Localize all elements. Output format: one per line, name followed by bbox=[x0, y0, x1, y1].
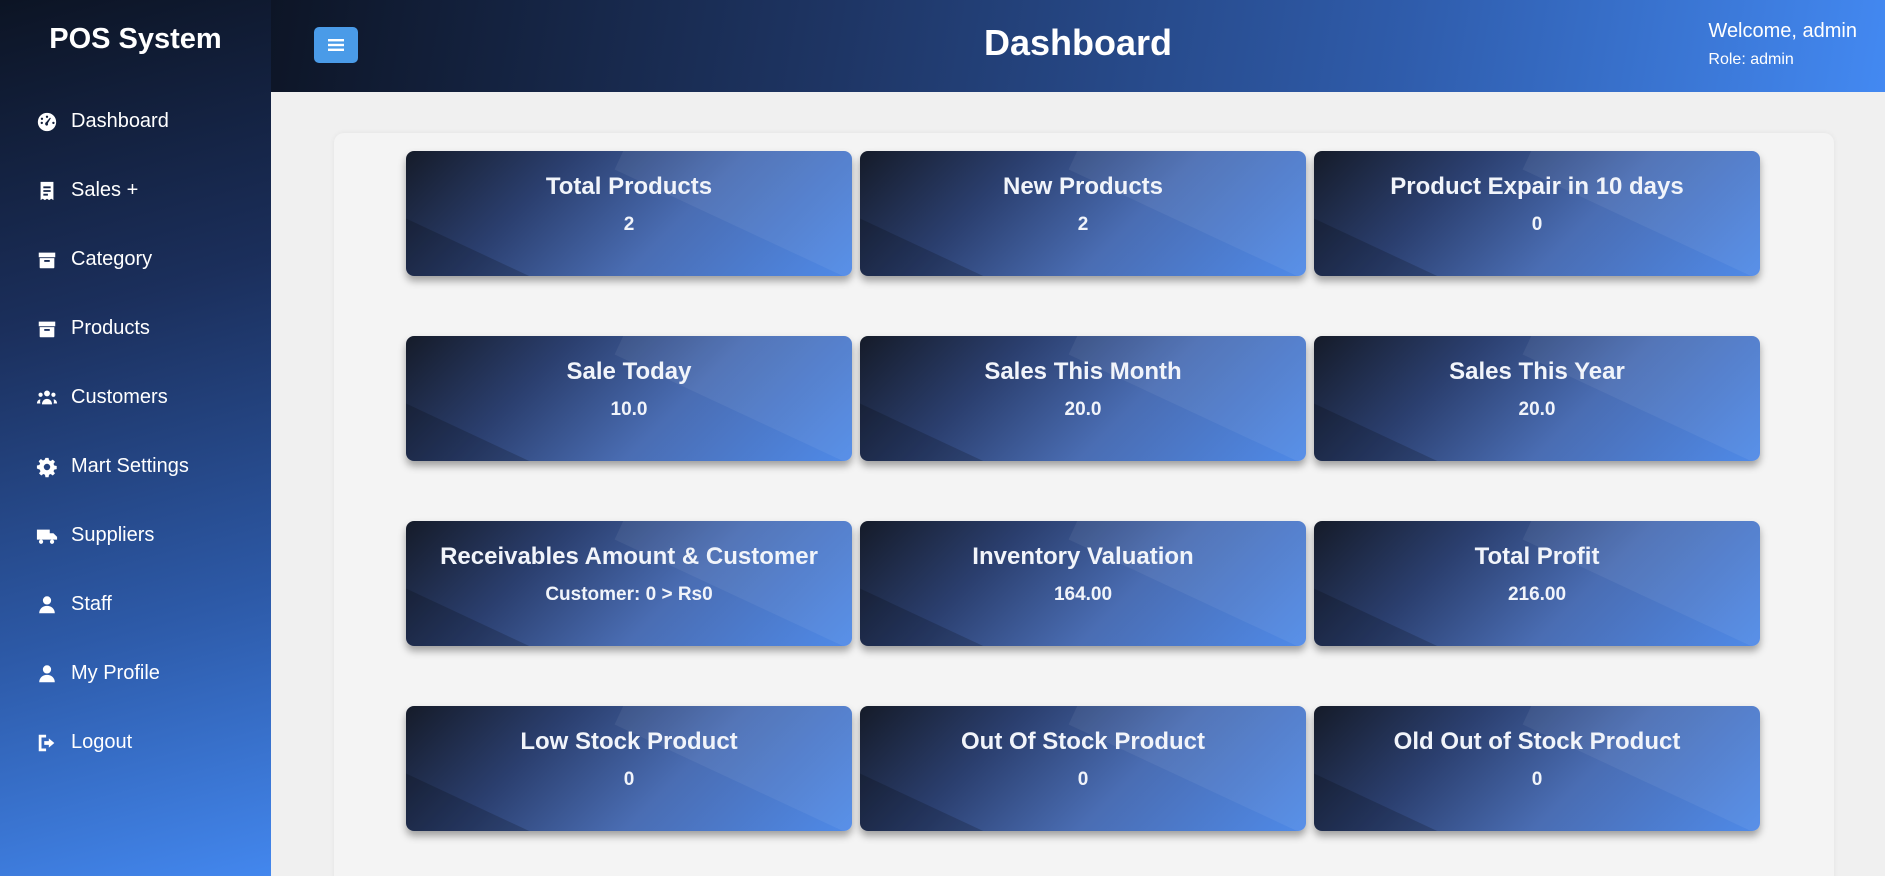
sidebar: POS System Dashboard Sales + Category Pr… bbox=[0, 0, 271, 876]
app-root: POS System Dashboard Sales + Category Pr… bbox=[0, 0, 1885, 876]
box-icon bbox=[35, 249, 59, 271]
logout-icon bbox=[35, 732, 59, 754]
sidebar-item-label: Mart Settings bbox=[71, 455, 189, 477]
card-title: Product Expair in 10 days bbox=[1390, 173, 1684, 200]
sidebar-item-sales[interactable]: Sales + bbox=[0, 156, 271, 225]
sidebar-item-suppliers[interactable]: Suppliers bbox=[0, 501, 271, 570]
user-info: Welcome, admin Role: admin bbox=[1708, 20, 1857, 69]
sidebar-item-staff[interactable]: Staff bbox=[0, 570, 271, 639]
main-area: Dashboard Welcome, admin Role: admin Tot… bbox=[271, 0, 1885, 876]
stat-card-old-out-of-stock[interactable]: Old Out of Stock Product 0 bbox=[1314, 706, 1760, 831]
stat-card-inventory-valuation[interactable]: Inventory Valuation 164.00 bbox=[860, 521, 1306, 646]
card-title: Old Out of Stock Product bbox=[1393, 728, 1681, 755]
card-value: 2 bbox=[1077, 214, 1089, 235]
sidebar-item-customers[interactable]: Customers bbox=[0, 363, 271, 432]
card-title: Sale Today bbox=[566, 358, 692, 385]
stat-card-low-stock[interactable]: Low Stock Product 0 bbox=[406, 706, 852, 831]
card-title: Total Products bbox=[545, 173, 713, 200]
user-icon bbox=[35, 663, 59, 685]
stat-card-sales-this-month[interactable]: Sales This Month 20.0 bbox=[860, 336, 1306, 461]
sidebar-item-label: Staff bbox=[71, 593, 112, 615]
card-value: 164.00 bbox=[1053, 584, 1113, 605]
card-value: 0 bbox=[1531, 769, 1543, 790]
stat-card-out-of-stock[interactable]: Out Of Stock Product 0 bbox=[860, 706, 1306, 831]
card-title: Total Profit bbox=[1474, 543, 1600, 570]
card-value: Customer: 0 > Rs0 bbox=[545, 584, 713, 605]
gauge-icon bbox=[35, 111, 59, 133]
truck-icon bbox=[35, 525, 59, 547]
card-title: Out Of Stock Product bbox=[960, 728, 1205, 755]
card-value: 20.0 bbox=[1064, 399, 1102, 420]
sidebar-item-label: Logout bbox=[71, 731, 133, 753]
sidebar-item-label: Suppliers bbox=[71, 524, 155, 546]
user-icon bbox=[35, 594, 59, 616]
stat-card-new-products[interactable]: New Products 2 bbox=[860, 151, 1306, 276]
card-title: Receivables Amount & Customer bbox=[440, 543, 818, 570]
card-value: 20.0 bbox=[1518, 399, 1556, 420]
sidebar-item-label: Customers bbox=[71, 386, 168, 408]
sidebar-item-products[interactable]: Products bbox=[0, 294, 271, 363]
sidebar-item-label: Sales + bbox=[71, 179, 139, 201]
sidebar-item-label: Products bbox=[71, 317, 150, 339]
sidebar-nav: Dashboard Sales + Category Products Cust… bbox=[0, 82, 271, 777]
users-icon bbox=[35, 387, 59, 409]
sidebar-item-my-profile[interactable]: My Profile bbox=[0, 639, 271, 708]
stat-card-total-products[interactable]: Total Products 2 bbox=[406, 151, 852, 276]
sidebar-item-category[interactable]: Category bbox=[0, 225, 271, 294]
stat-card-product-expiry[interactable]: Product Expair in 10 days 0 bbox=[1314, 151, 1760, 276]
card-title: New Products bbox=[1002, 173, 1164, 200]
stat-card-total-profit[interactable]: Total Profit 216.00 bbox=[1314, 521, 1760, 646]
stat-card-sale-today[interactable]: Sale Today 10.0 bbox=[406, 336, 852, 461]
sidebar-item-label: Dashboard bbox=[71, 110, 169, 132]
receipt-icon bbox=[35, 180, 59, 202]
welcome-text: Welcome, admin bbox=[1708, 20, 1857, 42]
page-title: Dashboard bbox=[983, 22, 1173, 63]
sidebar-item-dashboard[interactable]: Dashboard bbox=[0, 87, 271, 156]
role-text: Role: admin bbox=[1708, 51, 1794, 68]
sidebar-item-label: Category bbox=[71, 248, 153, 270]
card-title: Sales This Month bbox=[984, 358, 1182, 385]
sidebar-item-logout[interactable]: Logout bbox=[0, 708, 271, 777]
brand-title: POS System bbox=[49, 22, 222, 55]
sidebar-item-mart-settings[interactable]: Mart Settings bbox=[0, 432, 271, 501]
stat-card-receivables[interactable]: Receivables Amount & Customer Customer: … bbox=[406, 521, 852, 646]
card-value: 2 bbox=[623, 214, 635, 235]
card-title: Inventory Valuation bbox=[972, 543, 1194, 570]
top-header: Dashboard Welcome, admin Role: admin bbox=[271, 0, 1885, 92]
sidebar-item-label: My Profile bbox=[71, 662, 160, 684]
stat-card-sales-this-year[interactable]: Sales This Year 20.0 bbox=[1314, 336, 1760, 461]
gear-icon bbox=[35, 456, 59, 478]
card-value: 0 bbox=[623, 769, 635, 790]
dashboard-panel: Total Products 2 New Products 2 Product … bbox=[334, 133, 1834, 876]
box-icon bbox=[35, 318, 59, 340]
card-value: 216.00 bbox=[1507, 584, 1567, 605]
card-title: Sales This Year bbox=[1449, 358, 1625, 385]
card-value: 10.0 bbox=[610, 399, 648, 420]
card-title: Low Stock Product bbox=[520, 728, 738, 755]
card-value: 0 bbox=[1077, 769, 1089, 790]
card-value: 0 bbox=[1531, 214, 1543, 235]
